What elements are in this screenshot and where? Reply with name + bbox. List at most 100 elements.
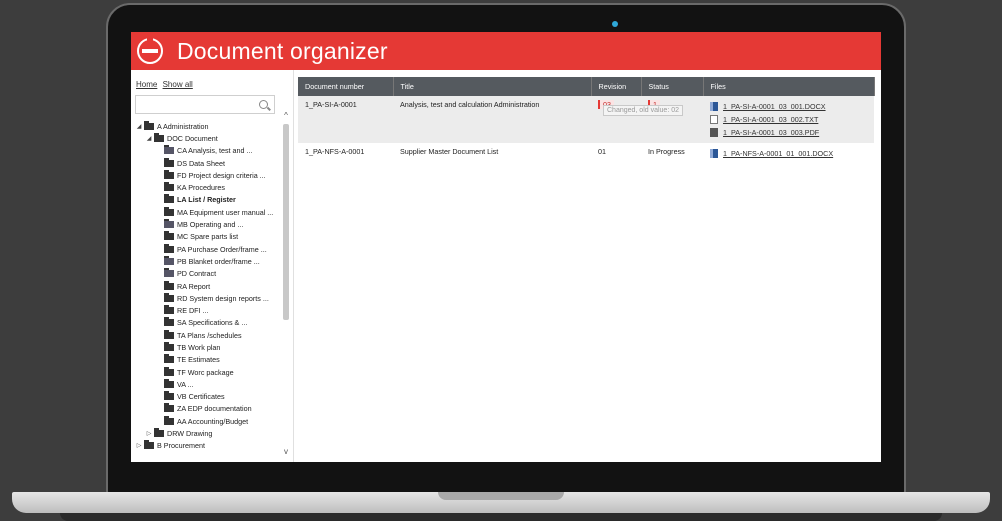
tree-item[interactable]: MA Equipment user manual ... <box>131 206 281 218</box>
document-number-value: 1_PA-SI-A-0001 <box>305 100 357 109</box>
folder-icon <box>164 280 174 290</box>
folder-icon <box>164 194 174 204</box>
tree-item[interactable]: PA Purchase Order/frame ... <box>131 243 281 255</box>
title-value: Supplier Master Document List <box>400 147 499 156</box>
table-row[interactable]: 1_PA-NFS-A-0001 Supplier Master Document … <box>298 143 874 164</box>
tree-item-label: MC Spare parts list <box>177 232 239 242</box>
file-item: 1_PA-NFS-A-0001_01_001.DOCX <box>710 147 874 160</box>
tree-item[interactable]: LA List / Register <box>131 194 281 206</box>
tree-item[interactable]: DS Data Sheet <box>131 157 281 169</box>
folder-icon <box>164 292 174 302</box>
tree-item[interactable]: PD Contract <box>131 268 281 280</box>
tree-item-label: CA Analysis, test and ... <box>177 146 253 156</box>
tree-item[interactable]: RA Report <box>131 280 281 292</box>
folder-icon <box>164 243 174 253</box>
home-link[interactable]: Home <box>136 80 157 89</box>
search-input[interactable] <box>136 98 254 115</box>
tree-item[interactable]: TA Plans /schedules <box>131 329 281 341</box>
tree-item[interactable]: TB Work plan <box>131 341 281 353</box>
tree-item[interactable]: CA Analysis, test and ... <box>131 145 281 157</box>
scroll-thumb[interactable] <box>283 124 289 320</box>
table-body: 1_PA-SI-A-0001 Analysis, test and calcula… <box>298 96 874 164</box>
tree-item[interactable]: MC Spare parts list <box>131 231 281 243</box>
tree-item-label: DOC Document <box>167 133 218 143</box>
tree-item-label: SA Specifications & ... <box>177 318 248 328</box>
tree-item[interactable]: TE Estimates <box>131 354 281 366</box>
folder-icon <box>164 206 174 216</box>
category-tree: ◢ A Administration ◢ DOC Document CA Analysi… <box>131 120 281 452</box>
search-box <box>135 95 275 115</box>
folder-icon <box>164 305 174 315</box>
tree-item[interactable]: VA ... <box>131 378 281 390</box>
laptop-foot <box>60 513 942 521</box>
tree-item[interactable]: ▷ DRW Drawing <box>131 427 281 439</box>
search-icon[interactable] <box>259 100 268 109</box>
tree-item-label: ZA EDP documentation <box>177 404 252 414</box>
tree-item-label: RD System design reports ... <box>177 293 269 303</box>
tree-item[interactable]: VB Certificates <box>131 391 281 403</box>
tree-item-label: DS Data Sheet <box>177 158 225 168</box>
docx-file-icon <box>710 102 718 111</box>
expand-toggle-icon[interactable]: ▷ <box>135 442 143 449</box>
change-tooltip: Changed, old value: 02 <box>603 105 683 116</box>
file-link[interactable]: 1_PA-SI-A-0001_03_003.PDF <box>723 128 819 137</box>
folder-icon <box>164 255 174 265</box>
column-header[interactable]: Revision <box>591 77 642 96</box>
tree-item-label: MA Equipment user manual ... <box>177 207 274 217</box>
file-link[interactable]: 1_PA-SI-A-0001_03_002.TXT <box>723 115 818 124</box>
file-link[interactable]: 1_PA-NFS-A-0001_01_001.DOCX <box>723 149 833 158</box>
table-header-row: Document number Title Revision Status Files <box>298 77 875 96</box>
tree-item[interactable]: AA Accounting/Budget <box>131 415 281 427</box>
file-link[interactable]: 1_PA-SI-A-0001_03_001.DOCX <box>723 102 826 111</box>
tree-item[interactable]: TF Worc package <box>131 366 281 378</box>
tree-item[interactable]: ZA EDP documentation <box>131 403 281 415</box>
docx-file-icon <box>710 149 718 158</box>
breadcrumb: Home Show all <box>136 80 196 89</box>
column-header[interactable]: Title <box>393 77 592 96</box>
expand-toggle-icon[interactable]: ◢ <box>135 123 143 130</box>
status-value: In Progress <box>648 147 685 156</box>
cell-document-number: 1_PA-SI-A-0001 <box>298 96 393 143</box>
column-header[interactable]: Document number <box>298 77 394 96</box>
tree-item[interactable]: MB Operating and ... <box>131 218 281 230</box>
tree-item[interactable]: KA Procedures <box>131 181 281 193</box>
file-item: 1_PA-SI-A-0001_03_002.TXT <box>710 113 874 126</box>
logo-icon <box>137 37 163 64</box>
folder-icon <box>164 231 174 241</box>
pdf-file-icon <box>710 128 718 137</box>
table-row[interactable]: 1_PA-SI-A-0001 Analysis, test and calcula… <box>298 96 874 143</box>
scroll-up-icon[interactable]: ^ <box>282 112 290 120</box>
column-header[interactable]: Files <box>703 77 875 96</box>
scroll-down-icon[interactable]: v <box>282 448 290 456</box>
sidebar: Home Show all ◢ A Administration ◢ DOC Docu… <box>131 70 294 462</box>
folder-icon <box>164 403 174 413</box>
expand-toggle-icon[interactable]: ◢ <box>145 135 153 142</box>
column-header[interactable]: Status <box>641 77 704 96</box>
cell-document-number: 1_PA-NFS-A-0001 <box>298 143 393 164</box>
tree-item-label: LA List / Register <box>177 195 236 205</box>
tree-item-label: RE DFI ... <box>177 306 209 316</box>
tree-item[interactable]: SA Specifications & ... <box>131 317 281 329</box>
document-table-area: Document number Title Revision Status Files … <box>298 77 875 457</box>
sidebar-scrollbar[interactable]: ^ v <box>281 110 291 460</box>
folder-icon <box>164 366 174 376</box>
tree-item[interactable]: RD System design reports ... <box>131 292 281 304</box>
tree-item[interactable]: ▷ B Procurement <box>131 440 281 452</box>
folder-icon <box>164 157 174 167</box>
tree-item[interactable]: PB Blanket order/frame ... <box>131 255 281 267</box>
tree-item-label: B Procurement <box>157 441 205 451</box>
tree-item[interactable]: RE DFI ... <box>131 304 281 316</box>
tree-item-label: DRW Drawing <box>167 429 213 439</box>
laptop-notch <box>438 492 564 500</box>
document-table: Document number Title Revision Status Files … <box>298 77 875 164</box>
tree-item[interactable]: ◢ A Administration <box>131 120 281 132</box>
cell-title: Analysis, test and calculation Administr… <box>393 96 591 143</box>
webcam <box>612 21 618 27</box>
show-all-link[interactable]: Show all <box>163 80 193 89</box>
expand-toggle-icon[interactable]: ▷ <box>145 430 153 437</box>
tree-item[interactable]: FD Project design criteria ... <box>131 169 281 181</box>
tree-item[interactable]: ◢ DOC Document <box>131 132 281 144</box>
folder-icon <box>164 391 174 401</box>
tree-item-label: AA Accounting/Budget <box>177 416 249 426</box>
folder-icon <box>164 415 174 425</box>
